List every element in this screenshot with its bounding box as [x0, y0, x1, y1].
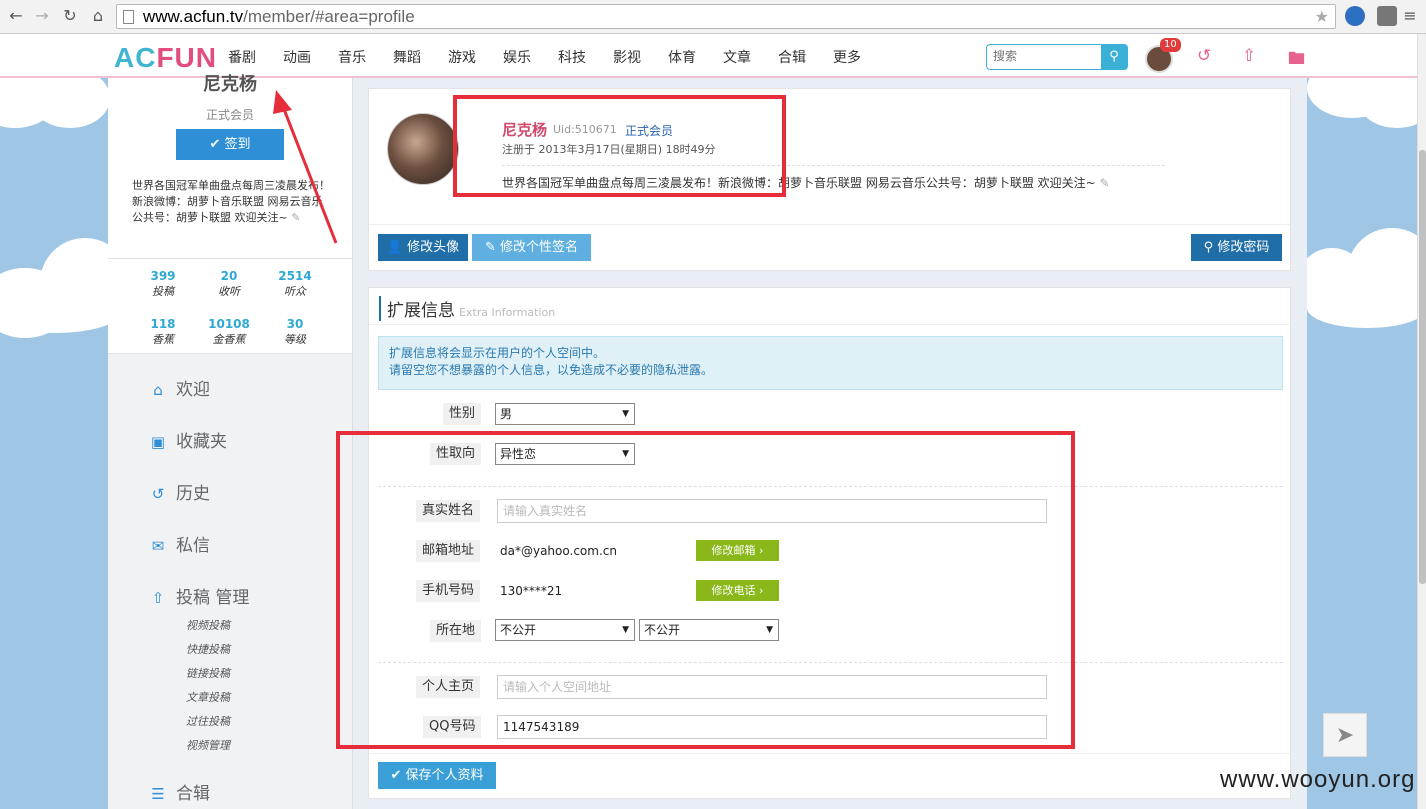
- extension-icon[interactable]: [1377, 6, 1397, 26]
- user-stats: 399 投稿 20 收听 2514 听众 118 香蕉 10108 金香蕉 30 等级: [108, 258, 352, 354]
- globe-icon[interactable]: [1345, 6, 1365, 26]
- sidebar-item-favorites[interactable]: ▣ 收藏夹: [148, 427, 227, 452]
- annotation-arrow: [273, 90, 338, 244]
- sign-in-button[interactable]: ✔ 签到: [176, 129, 284, 160]
- gender-label: 性别: [443, 403, 482, 425]
- change-signature-button[interactable]: ✎ 修改个性签名: [472, 234, 591, 261]
- nav-item[interactable]: 文章: [723, 47, 751, 67]
- profile-avatar: [387, 113, 459, 185]
- stat-item[interactable]: 20 收听: [194, 269, 264, 299]
- folder-icon[interactable]: 🖿: [1288, 46, 1305, 75]
- folder-open-icon: ▣: [150, 433, 166, 451]
- forward-icon[interactable]: →: [32, 6, 52, 26]
- sidebar-item-history[interactable]: ↺ 历史: [148, 479, 210, 504]
- menu-icon[interactable]: ≡: [1400, 6, 1420, 26]
- browser-toolbar: ← → ↻ ⌂ www.acfun.tv/member/#area=profil…: [0, 0, 1426, 34]
- sidebar-item-welcome[interactable]: ⌂ 欢迎: [148, 375, 210, 400]
- home-icon[interactable]: ⌂: [88, 6, 108, 26]
- divider: [369, 324, 1290, 325]
- sidebar-subitem-link[interactable]: 链接投稿: [186, 665, 230, 681]
- sidebar-subitem-past[interactable]: 过往投稿: [186, 713, 230, 729]
- home-icon: ⌂: [153, 381, 163, 399]
- bookmark-star-icon[interactable]: ★: [1315, 7, 1329, 26]
- stat-item[interactable]: 30 等级: [260, 317, 330, 347]
- annotation-box: [336, 431, 1075, 749]
- sidebar-subitem-article[interactable]: 文章投稿: [186, 689, 230, 705]
- nav-item[interactable]: 娱乐: [503, 47, 531, 67]
- nav-item[interactable]: 科技: [558, 47, 586, 67]
- dropdown-arrow-icon: ▼: [622, 409, 629, 419]
- edit-icon: ✎: [1099, 176, 1110, 190]
- stat-item[interactable]: 399 投稿: [128, 269, 198, 299]
- sidebar-item-collections[interactable]: ☰ 合辑: [148, 779, 210, 804]
- stat-item[interactable]: 118 香蕉: [128, 317, 198, 347]
- privacy-notice: 扩展信息将会显示在用户的个人空间中。 请留空您不想暴露的个人信息，以免造成不必要…: [378, 336, 1283, 390]
- url-text: www.acfun.tv/member/#area=profile: [143, 7, 415, 26]
- annotation-box: [453, 95, 786, 197]
- sidebar-subitem-manage[interactable]: 视频管理: [186, 737, 230, 753]
- sidebar-subitem-quick[interactable]: 快捷投稿: [186, 641, 230, 657]
- change-password-button[interactable]: ⚲ 修改密码: [1191, 234, 1282, 261]
- book-icon: ☰: [151, 785, 165, 803]
- divider: [369, 224, 1290, 225]
- mail-icon: ✉: [151, 537, 165, 555]
- change-avatar-button[interactable]: 👤 修改头像: [378, 234, 468, 261]
- nav-item[interactable]: 动画: [283, 47, 311, 67]
- page-scrollbar[interactable]: [1417, 34, 1426, 809]
- history-icon[interactable]: ↺: [1197, 46, 1211, 66]
- stat-item[interactable]: 10108 金香蕉: [194, 317, 264, 347]
- watermark: www.wooyun.org: [1220, 766, 1416, 793]
- stat-item[interactable]: 2514 听众: [260, 269, 330, 299]
- upload-icon: ⇧: [151, 589, 165, 607]
- sidebar-item-messages[interactable]: ✉ 私信: [148, 531, 210, 556]
- nav-item[interactable]: 影视: [613, 47, 641, 67]
- gender-select[interactable]: 男 ▼: [495, 403, 635, 425]
- sidebar-subitem-video[interactable]: 视频投稿: [186, 617, 230, 633]
- cloud-decoration-left: [0, 78, 108, 809]
- cloud-decoration-right: [1307, 78, 1417, 809]
- nav-item[interactable]: 舞蹈: [393, 47, 421, 67]
- upload-icon[interactable]: ⇧: [1242, 46, 1256, 66]
- history-icon: ↺: [151, 485, 165, 503]
- main-nav: 番剧 动画 音乐 舞蹈 游戏 娱乐 科技 影视 体育 文章 合辑 更多: [228, 47, 888, 67]
- nav-item[interactable]: 番剧: [228, 47, 256, 67]
- nav-item[interactable]: 音乐: [338, 47, 366, 67]
- notification-badge[interactable]: 10: [1160, 38, 1181, 52]
- scrollbar-thumb[interactable]: [1419, 150, 1426, 584]
- nav-item[interactable]: 更多: [833, 47, 861, 67]
- search-box: ⚲: [986, 44, 1128, 70]
- nav-item[interactable]: 体育: [668, 47, 696, 67]
- back-icon[interactable]: ←: [6, 6, 26, 26]
- reload-icon[interactable]: ↻: [60, 6, 80, 26]
- address-bar[interactable]: www.acfun.tv/member/#area=profile ★: [116, 4, 1336, 29]
- search-input[interactable]: [993, 49, 1093, 63]
- page-icon: [123, 10, 134, 24]
- send-feedback-icon[interactable]: ➤: [1323, 713, 1367, 757]
- nav-item[interactable]: 合辑: [778, 47, 806, 67]
- sidebar-item-submissions[interactable]: ⇧ 投稿 管理: [148, 583, 250, 608]
- divider: [369, 753, 1290, 754]
- search-icon[interactable]: ⚲: [1101, 45, 1127, 69]
- save-profile-button[interactable]: ✔ 保存个人资料: [378, 762, 496, 789]
- section-title: 扩展信息 Extra Information: [379, 296, 555, 321]
- nav-item[interactable]: 游戏: [448, 47, 476, 67]
